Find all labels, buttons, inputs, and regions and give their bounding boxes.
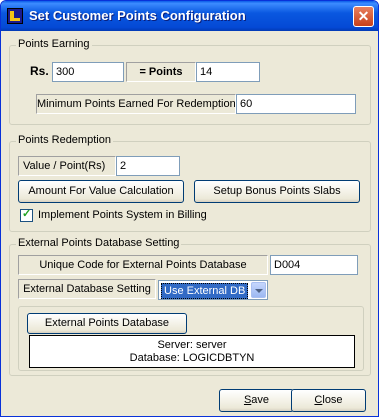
min-points-input[interactable]: [236, 94, 356, 114]
close-label-rest: lose: [322, 394, 343, 406]
implement-points-checkbox[interactable]: ✓: [20, 208, 33, 222]
points-input[interactable]: [196, 62, 260, 82]
unique-code-label: Unique Code for External Points Database: [18, 255, 268, 275]
checkmark-icon: ✓: [22, 208, 32, 220]
external-points-db-button[interactable]: External Points Database: [27, 313, 187, 334]
external-db-info-group: External Points Database Server: server …: [18, 306, 364, 371]
rs-amount-input[interactable]: [52, 62, 124, 82]
unique-code-input[interactable]: [270, 255, 358, 275]
points-label: = Points: [126, 62, 196, 82]
value-per-point-label: Value / Point(Rs): [18, 156, 116, 176]
db-info-panel: Server: server Database: LOGICDBTYN: [29, 335, 355, 368]
external-db-legend: External Points Database Setting: [16, 237, 182, 249]
external-db-setting-value: Use External DB: [161, 283, 249, 299]
external-db-setting-label: External Database Setting: [18, 279, 156, 299]
dialog-window: Set Customer Points Configuration ✕ Poin…: [0, 0, 379, 417]
points-redemption-legend: Points Redemption: [16, 134, 113, 146]
min-points-label: Minimum Points Earned For Redemption: [36, 94, 236, 114]
amount-for-value-button[interactable]: Amount For Value Calculation: [18, 180, 184, 203]
points-earning-group: Points Earning Rs. = Points Minimum Poin…: [9, 38, 371, 125]
window-title: Set Customer Points Configuration: [29, 8, 246, 23]
implement-points-label: Implement Points System in Billing: [38, 209, 207, 221]
server-line: Server: server: [157, 339, 227, 351]
window-close-button[interactable]: ✕: [353, 6, 374, 27]
database-line: Database: LOGICDBTYN: [129, 352, 255, 364]
value-per-point-input[interactable]: [116, 156, 180, 176]
save-button[interactable]: Save: [219, 389, 294, 412]
save-label-rest: ave: [251, 394, 270, 406]
points-redemption-group: Points Redemption Value / Point(Rs) Amou…: [9, 134, 371, 232]
external-db-group: External Points Database Setting Unique …: [9, 237, 371, 376]
chevron-down-icon[interactable]: [251, 282, 266, 298]
setup-bonus-slabs-button[interactable]: Setup Bonus Points Slabs: [194, 180, 360, 203]
external-db-setting-select[interactable]: Use External DB: [158, 280, 268, 300]
app-icon: [7, 8, 23, 24]
points-earning-legend: Points Earning: [16, 38, 92, 50]
rs-label: Rs.: [30, 64, 49, 78]
close-button[interactable]: Close: [291, 389, 366, 412]
title-bar[interactable]: Set Customer Points Configuration ✕: [1, 1, 378, 31]
